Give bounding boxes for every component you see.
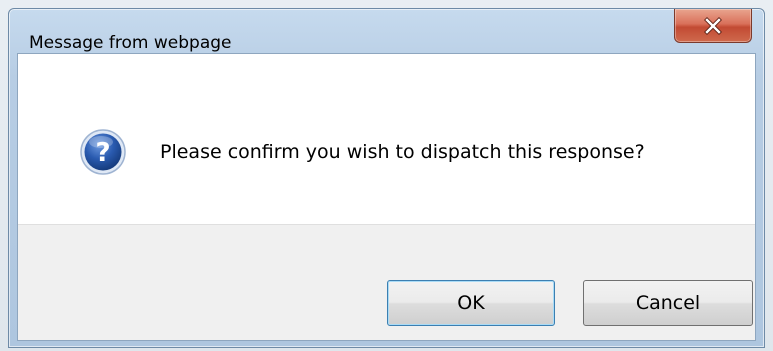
- dialog-button-area: OK Cancel: [18, 224, 755, 340]
- dialog-body: ? Please confirm you wish to dispatch th…: [17, 53, 756, 341]
- dialog-titlebar[interactable]: Message from webpage: [9, 9, 764, 53]
- svg-text:?: ?: [95, 138, 110, 168]
- close-button[interactable]: [674, 9, 752, 43]
- question-icon: ?: [80, 129, 126, 175]
- ok-button[interactable]: OK: [387, 280, 555, 326]
- dialog-title: Message from webpage: [29, 33, 232, 53]
- message-area: ? Please confirm you wish to dispatch th…: [18, 54, 755, 224]
- dialog-message: Please confirm you wish to dispatch this…: [160, 141, 645, 163]
- message-dialog: Message from webpage ? Please confirm yo…: [8, 8, 765, 348]
- close-icon: [704, 16, 722, 35]
- cancel-button[interactable]: Cancel: [583, 280, 753, 326]
